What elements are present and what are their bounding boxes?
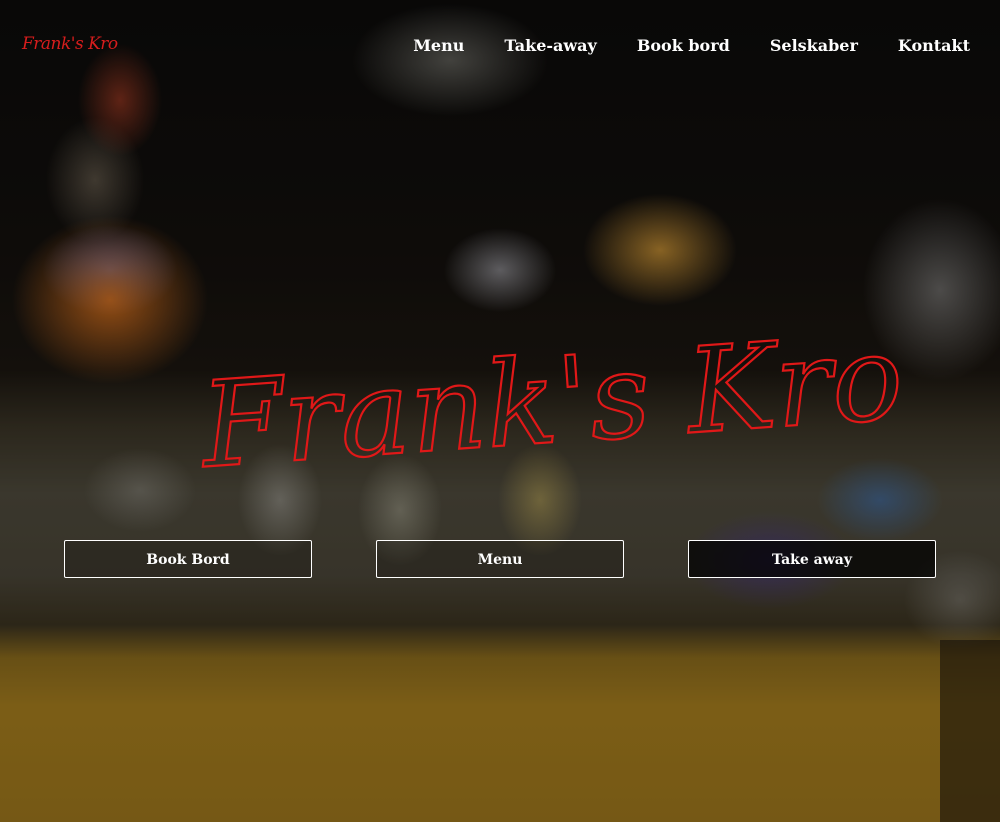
nav-item-menu[interactable]: Menu (413, 36, 464, 55)
hero-title-text: Frank's Kro (195, 308, 907, 495)
hero-cta-row: Book Bord Menu Take away (64, 540, 936, 580)
nav-item-take-away[interactable]: Take-away (504, 36, 596, 55)
nav-links: Menu Take-away Book bord Selskaber Konta… (413, 36, 970, 55)
hero-script-title: Frank's Kro (190, 280, 908, 500)
menu-button[interactable]: Menu (376, 540, 624, 578)
nav-item-book-bord[interactable]: Book bord (637, 36, 730, 55)
background-counter-edge (940, 640, 1000, 822)
landing-page: Frank's Kro Menu Take-away Book bord Sel… (0, 0, 1000, 822)
site-logo-link[interactable]: Frank's Kro (22, 34, 118, 54)
top-navigation: Frank's Kro Menu Take-away Book bord Sel… (0, 0, 1000, 92)
book-bord-button[interactable]: Book Bord (64, 540, 312, 578)
nav-item-kontakt[interactable]: Kontakt (898, 36, 970, 55)
take-away-button[interactable]: Take away (688, 540, 936, 578)
nav-item-selskaber[interactable]: Selskaber (770, 36, 858, 55)
hero-title-graphic: Frank's Kro (194, 307, 908, 496)
